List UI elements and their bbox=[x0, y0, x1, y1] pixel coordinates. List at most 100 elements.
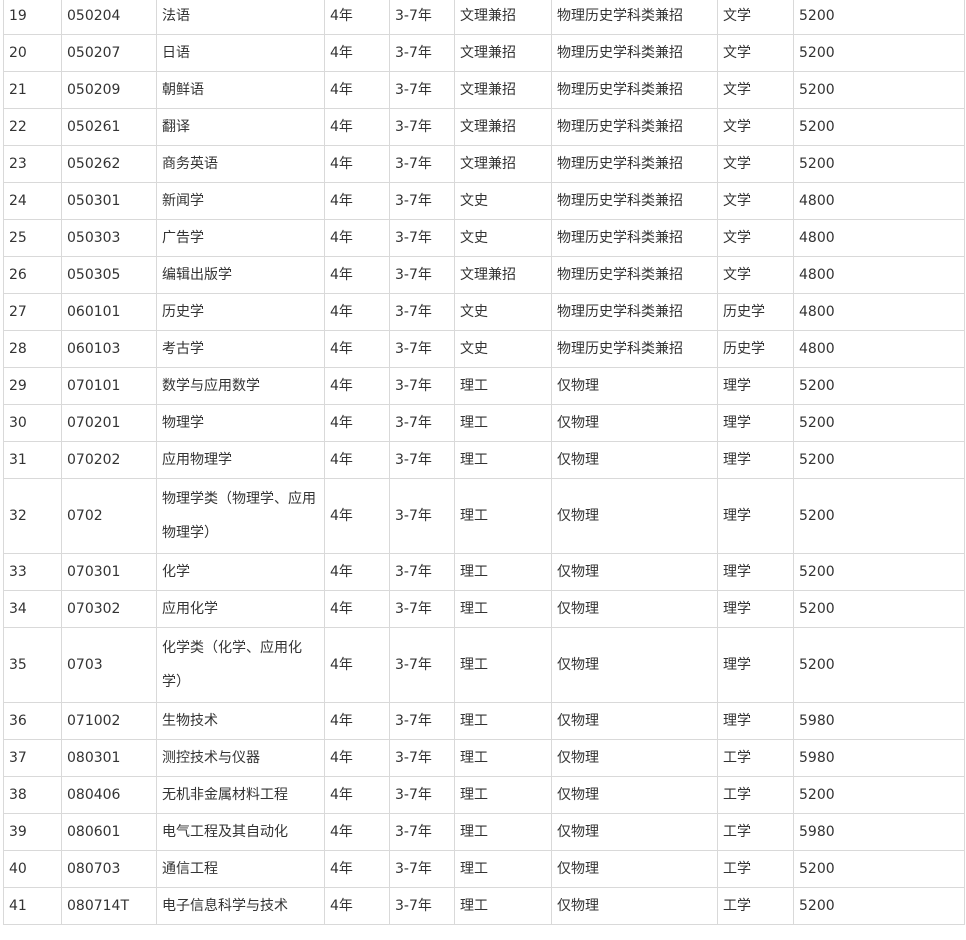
table-row: 39 080601 电气工程及其自动化 4年 3-7年 理工 仅物理 工学 5980 bbox=[3, 813, 965, 851]
duration-cell: 4年 bbox=[324, 293, 390, 331]
major-name-cell: 历史学 bbox=[156, 293, 325, 331]
admission-track-cell: 文理兼招 bbox=[454, 108, 552, 146]
subject-requirement-cell: 仅物理 bbox=[551, 478, 718, 554]
admission-track-cell: 理工 bbox=[454, 441, 552, 479]
admission-track-cell: 理工 bbox=[454, 850, 552, 888]
row-number-cell: 41 bbox=[3, 887, 62, 925]
admission-track-cell: 理工 bbox=[454, 776, 552, 814]
major-name-cell: 应用物理学 bbox=[156, 441, 325, 479]
admission-track-cell: 文理兼招 bbox=[454, 145, 552, 183]
subject-requirement-cell: 物理历史学科类兼招 bbox=[551, 34, 718, 72]
study-range-cell: 3-7年 bbox=[389, 367, 455, 405]
duration-cell: 4年 bbox=[324, 850, 390, 888]
row-number-cell: 35 bbox=[3, 627, 62, 703]
major-code-cell: 050207 bbox=[61, 34, 157, 72]
major-code-cell: 070101 bbox=[61, 367, 157, 405]
subject-requirement-cell: 仅物理 bbox=[551, 776, 718, 814]
tuition-cell: 5200 bbox=[793, 553, 965, 591]
study-range-cell: 3-7年 bbox=[389, 34, 455, 72]
major-name-cell: 数学与应用数学 bbox=[156, 367, 325, 405]
major-code-cell: 070302 bbox=[61, 590, 157, 628]
study-range-cell: 3-7年 bbox=[389, 776, 455, 814]
subject-requirement-cell: 物理历史学科类兼招 bbox=[551, 256, 718, 294]
table-row: 26 050305 编辑出版学 4年 3-7年 文理兼招 物理历史学科类兼招 文学 4800 bbox=[3, 256, 965, 294]
admission-track-cell: 文理兼招 bbox=[454, 71, 552, 109]
row-number-cell: 32 bbox=[3, 478, 62, 554]
major-code-cell: 050262 bbox=[61, 145, 157, 183]
admission-track-cell: 理工 bbox=[454, 553, 552, 591]
admission-track-cell: 理工 bbox=[454, 367, 552, 405]
study-range-cell: 3-7年 bbox=[389, 330, 455, 368]
duration-cell: 4年 bbox=[324, 34, 390, 72]
table-row: 32 0702 物理学类（物理学、应用物理学） 4年 3-7年 理工 仅物理 理学 5200 bbox=[3, 478, 965, 554]
row-number-cell: 40 bbox=[3, 850, 62, 888]
tuition-cell: 5200 bbox=[793, 404, 965, 442]
degree-cell: 理学 bbox=[717, 702, 794, 740]
degree-cell: 文学 bbox=[717, 182, 794, 220]
row-number-cell: 38 bbox=[3, 776, 62, 814]
table-row: 25 050303 广告学 4年 3-7年 文史 物理历史学科类兼招 文学 4800 bbox=[3, 219, 965, 257]
duration-cell: 4年 bbox=[324, 145, 390, 183]
degree-cell: 工学 bbox=[717, 850, 794, 888]
table-row: 31 070202 应用物理学 4年 3-7年 理工 仅物理 理学 5200 bbox=[3, 441, 965, 479]
row-number-cell: 26 bbox=[3, 256, 62, 294]
row-number-cell: 34 bbox=[3, 590, 62, 628]
duration-cell: 4年 bbox=[324, 0, 390, 35]
majors-table: 19 050204 法语 4年 3-7年 文理兼招 物理历史学科类兼招 文学 5200 20 050… bbox=[3, 0, 965, 925]
majors-table-body: 19 050204 法语 4年 3-7年 文理兼招 物理历史学科类兼招 文学 5200 20 050… bbox=[3, 0, 965, 925]
degree-cell: 文学 bbox=[717, 219, 794, 257]
row-number-cell: 27 bbox=[3, 293, 62, 331]
tuition-cell: 5200 bbox=[793, 850, 965, 888]
admission-track-cell: 理工 bbox=[454, 739, 552, 777]
study-range-cell: 3-7年 bbox=[389, 850, 455, 888]
study-range-cell: 3-7年 bbox=[389, 145, 455, 183]
duration-cell: 4年 bbox=[324, 590, 390, 628]
study-range-cell: 3-7年 bbox=[389, 553, 455, 591]
tuition-cell: 5200 bbox=[793, 0, 965, 35]
major-code-cell: 080406 bbox=[61, 776, 157, 814]
major-code-cell: 071002 bbox=[61, 702, 157, 740]
subject-requirement-cell: 仅物理 bbox=[551, 702, 718, 740]
tuition-cell: 5200 bbox=[793, 590, 965, 628]
duration-cell: 4年 bbox=[324, 739, 390, 777]
subject-requirement-cell: 仅物理 bbox=[551, 850, 718, 888]
table-row: 30 070201 物理学 4年 3-7年 理工 仅物理 理学 5200 bbox=[3, 404, 965, 442]
admission-track-cell: 文史 bbox=[454, 182, 552, 220]
duration-cell: 4年 bbox=[324, 887, 390, 925]
table-row: 35 0703 化学类（化学、应用化学） 4年 3-7年 理工 仅物理 理学 5200 bbox=[3, 627, 965, 703]
duration-cell: 4年 bbox=[324, 404, 390, 442]
degree-cell: 历史学 bbox=[717, 293, 794, 331]
study-range-cell: 3-7年 bbox=[389, 702, 455, 740]
table-row: 34 070302 应用化学 4年 3-7年 理工 仅物理 理学 5200 bbox=[3, 590, 965, 628]
table-row: 38 080406 无机非金属材料工程 4年 3-7年 理工 仅物理 工学 5200 bbox=[3, 776, 965, 814]
degree-cell: 文学 bbox=[717, 145, 794, 183]
degree-cell: 理学 bbox=[717, 590, 794, 628]
tuition-cell: 4800 bbox=[793, 256, 965, 294]
tuition-cell: 5200 bbox=[793, 478, 965, 554]
study-range-cell: 3-7年 bbox=[389, 182, 455, 220]
admission-track-cell: 理工 bbox=[454, 478, 552, 554]
row-number-cell: 30 bbox=[3, 404, 62, 442]
row-number-cell: 29 bbox=[3, 367, 62, 405]
duration-cell: 4年 bbox=[324, 219, 390, 257]
table-row: 21 050209 朝鲜语 4年 3-7年 文理兼招 物理历史学科类兼招 文学 5200 bbox=[3, 71, 965, 109]
major-name-cell: 物理学 bbox=[156, 404, 325, 442]
degree-cell: 文学 bbox=[717, 71, 794, 109]
admission-track-cell: 文史 bbox=[454, 293, 552, 331]
degree-cell: 文学 bbox=[717, 108, 794, 146]
major-name-cell: 朝鲜语 bbox=[156, 71, 325, 109]
tuition-cell: 5200 bbox=[793, 145, 965, 183]
degree-cell: 历史学 bbox=[717, 330, 794, 368]
table-row: 23 050262 商务英语 4年 3-7年 文理兼招 物理历史学科类兼招 文学 5200 bbox=[3, 145, 965, 183]
subject-requirement-cell: 仅物理 bbox=[551, 404, 718, 442]
degree-cell: 理学 bbox=[717, 404, 794, 442]
major-name-cell: 电子信息科学与技术 bbox=[156, 887, 325, 925]
tuition-cell: 4800 bbox=[793, 182, 965, 220]
study-range-cell: 3-7年 bbox=[389, 293, 455, 331]
table-row: 36 071002 生物技术 4年 3-7年 理工 仅物理 理学 5980 bbox=[3, 702, 965, 740]
major-code-cell: 080301 bbox=[61, 739, 157, 777]
subject-requirement-cell: 物理历史学科类兼招 bbox=[551, 0, 718, 35]
duration-cell: 4年 bbox=[324, 627, 390, 703]
subject-requirement-cell: 物理历史学科类兼招 bbox=[551, 108, 718, 146]
admission-track-cell: 理工 bbox=[454, 404, 552, 442]
